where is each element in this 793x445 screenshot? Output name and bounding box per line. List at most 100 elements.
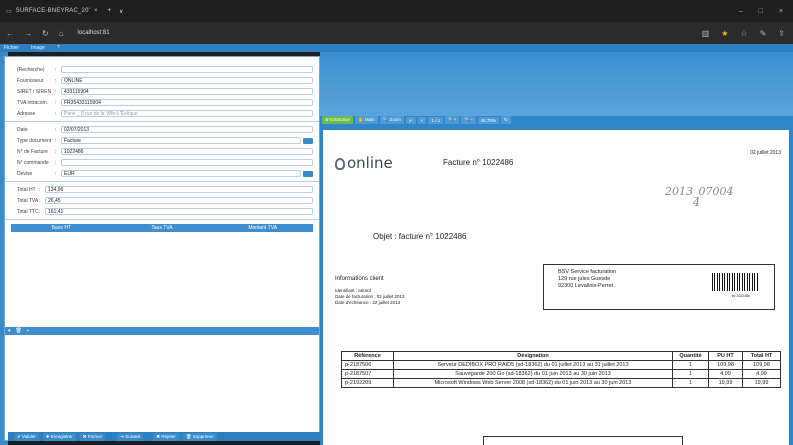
lines-grid-toolbar: ▾ 🗑 ▪ — [5, 327, 319, 335]
first-page-icon[interactable]: |< — [406, 116, 416, 124]
fermer-button[interactable]: ✖ Fermer — [79, 432, 106, 441]
tva-intracom-label: TVA intracom. — [17, 99, 49, 106]
browser-tab-bar: ▭ SURFACE-BNEYRAC_20' × + ∨ – □ × — [0, 0, 793, 22]
th-quantite: Quantité — [672, 351, 709, 361]
supprimer-button[interactable]: 🗑 Supprimer — [182, 432, 217, 441]
suivant-button[interactable]: ➜ Suivant — [117, 432, 144, 441]
table-header-row: Référence Désignation Quantité PU HT Tot… — [341, 351, 781, 361]
cell-pu-ht: 19,99 — [708, 378, 743, 388]
total-ttc-input[interactable]: 161,41 — [45, 208, 313, 215]
new-tab-button[interactable]: + — [104, 8, 116, 14]
zoom-out-icon[interactable]: 🔍− — [461, 116, 476, 124]
favorites-icon[interactable]: ☆ — [740, 29, 747, 38]
handwriting-line-2: 4 — [693, 196, 700, 209]
url-field[interactable]: localhost:81 — [78, 30, 110, 36]
fournisseur-row: Fournisseur : ONLINE — [5, 76, 319, 85]
type-document-dropdown-icon[interactable] — [303, 137, 313, 144]
tab-icon: ▭ — [6, 8, 12, 15]
barcode-text: bv 1022486 — [731, 294, 750, 298]
viewer-header — [320, 52, 793, 116]
rotate-icon[interactable]: ↻ — [500, 116, 511, 124]
prev-page-icon[interactable]: < — [417, 116, 427, 124]
extraction-button[interactable]: ⊕ Extraction — [322, 116, 354, 124]
cell-total-ht: 4,99 — [742, 369, 781, 379]
browser-actions: ▥ ★ ☆ ✎ ⇪ — [702, 29, 793, 38]
total-ttc-label: Total TTC — [17, 208, 39, 215]
menu-fichier[interactable]: Fichier — [4, 45, 19, 51]
zoom-level[interactable]: 46,75% — [477, 116, 499, 124]
adresse-input[interactable]: Paris _ 8 rue de la Ville-L'Évêque — [61, 110, 313, 117]
cell-pu-ht: 109,98 — [708, 360, 743, 370]
ncommande-input[interactable] — [61, 159, 313, 166]
th-pu-ht: PU HT — [708, 351, 743, 361]
viewer-toolbar: ⊕ Extraction ✋ Main 🔍 Zoom |< < 1 / 1 🔍+… — [320, 116, 793, 124]
logo-mark-icon — [335, 157, 345, 170]
delete-icon[interactable]: 🗑 — [16, 328, 22, 334]
nfacture-label: N° de Facture — [17, 148, 48, 155]
recherche-input[interactable] — [61, 66, 313, 73]
enregistrer-button[interactable]: ✚ Enregistrer — [42, 432, 76, 441]
reading-view-icon[interactable]: ▥ — [702, 29, 710, 38]
tva-intracom-row: TVA intracom. : FR35433115904 — [5, 98, 319, 107]
zoom-in-icon[interactable]: 🔍+ — [445, 116, 460, 124]
total-ht-row: Total HT : 134,96 — [5, 185, 319, 194]
menu-image[interactable]: Image — [31, 45, 45, 51]
cell-designation: Sauvegarde 200 Go (sd-18362) du 01 juin … — [393, 369, 673, 379]
main-button[interactable]: ✋ Main — [355, 116, 378, 124]
devise-dropdown-icon[interactable] — [303, 170, 313, 177]
collapse-icon[interactable]: ▾ — [8, 328, 11, 334]
cell-quantite: 1 — [672, 378, 709, 388]
online-logo: online — [335, 154, 393, 172]
options-icon[interactable]: ▪ — [27, 328, 29, 334]
th-designation: Désignation — [393, 351, 673, 361]
recherche-row: (Recherche) : — [5, 65, 319, 74]
minimize-button[interactable]: – — [739, 8, 743, 15]
refresh-icon[interactable]: ↻ — [42, 29, 49, 38]
page-indicator: 1 / 1 — [428, 116, 444, 124]
home-icon[interactable]: ⌂ — [59, 29, 64, 38]
valider-button[interactable]: ✔ Valider — [14, 432, 39, 441]
date-row: Date : 02/07/2013 — [5, 125, 319, 134]
col-taux-tva[interactable]: Taux TVA — [112, 225, 213, 231]
back-icon[interactable]: ← — [6, 29, 14, 38]
tab-close-icon[interactable]: × — [94, 8, 98, 14]
total-ttc-row: Total TTC : 161,41 — [5, 207, 319, 216]
type-document-select[interactable]: Facture — [61, 137, 301, 144]
fournisseur-input[interactable]: ONLINE — [61, 77, 313, 84]
close-window-button[interactable]: × — [779, 8, 783, 15]
cell-designation: Serveur DEDIBOX PRO RAID5 (sd-18362) du … — [393, 360, 673, 370]
zoom-button[interactable]: 🔍 Zoom — [379, 116, 404, 124]
col-base-ht[interactable]: Base HT — [11, 225, 112, 231]
nfacture-input[interactable]: 1022486 — [61, 148, 313, 155]
total-ht-label: Total HT — [17, 186, 36, 193]
favorite-star-icon[interactable]: ★ — [721, 29, 728, 38]
ncommande-label: N° commande — [17, 159, 49, 166]
invoice-document: online Facture n° 1022486 02 juillet 201… — [323, 130, 789, 445]
date-input[interactable]: 02/07/2013 — [61, 126, 313, 133]
window-controls: – □ × — [739, 8, 793, 15]
devise-select[interactable]: EUR — [61, 170, 301, 177]
facture-title: Facture n° 1022486 — [443, 158, 514, 167]
siret-label: SIRET / SIREN — [17, 88, 52, 95]
cell-pu-ht: 4,99 — [708, 369, 743, 379]
table-row: p-2192209 Microsoft Windows Web Server 2… — [341, 378, 781, 388]
rejeter-button[interactable]: ✖ Rejeter — [153, 432, 179, 441]
menu-help[interactable]: ? — [57, 45, 60, 51]
maximize-button[interactable]: □ — [759, 8, 763, 15]
th-total-ht: Total HT — [742, 351, 781, 361]
barcode — [712, 273, 758, 291]
siret-input[interactable]: 433115904 — [61, 88, 313, 95]
share-icon[interactable]: ⇪ — [778, 29, 785, 38]
tva-intracom-input[interactable]: FR35433115904 — [61, 99, 313, 106]
objet-line: Objet : facture n° 1022486 — [373, 232, 467, 241]
col-montant-tva[interactable]: Montant TVA — [212, 225, 313, 231]
divider — [5, 121, 319, 122]
tab-title: SURFACE-BNEYRAC_20' — [15, 8, 90, 14]
total-ht-input[interactable]: 134,96 — [45, 186, 313, 193]
cell-reference: p-2187507 — [341, 369, 394, 379]
tab-dropdown-button[interactable]: ∨ — [115, 8, 127, 15]
forward-icon[interactable]: → — [24, 29, 32, 38]
browser-tab[interactable]: ▭ SURFACE-BNEYRAC_20' × — [0, 0, 104, 22]
total-tva-input[interactable]: 26,45 — [45, 197, 313, 204]
notes-icon[interactable]: ✎ — [760, 29, 767, 38]
